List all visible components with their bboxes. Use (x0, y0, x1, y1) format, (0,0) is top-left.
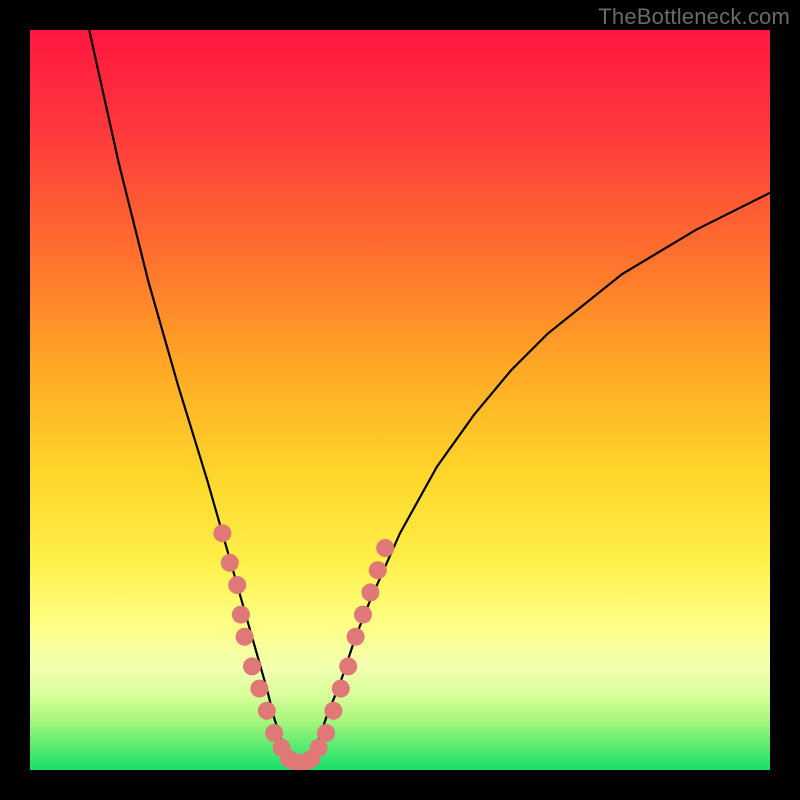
data-marker (250, 680, 268, 698)
curve-path (89, 30, 770, 763)
watermark-text: TheBottleneck.com (598, 4, 790, 30)
data-marker (221, 554, 239, 572)
plot-area (30, 30, 770, 770)
data-marker (258, 702, 276, 720)
data-marker (332, 680, 350, 698)
bottleneck-curve (30, 30, 770, 770)
data-marker (317, 724, 335, 742)
data-marker (236, 628, 254, 646)
data-marker (243, 657, 261, 675)
data-marker (232, 606, 250, 624)
data-marker (354, 606, 372, 624)
data-marker (376, 539, 394, 557)
data-marker (369, 561, 387, 579)
data-marker (361, 583, 379, 601)
data-marker (324, 702, 342, 720)
data-marker (228, 576, 246, 594)
data-marker (339, 657, 357, 675)
data-marker (213, 524, 231, 542)
data-marker (347, 628, 365, 646)
